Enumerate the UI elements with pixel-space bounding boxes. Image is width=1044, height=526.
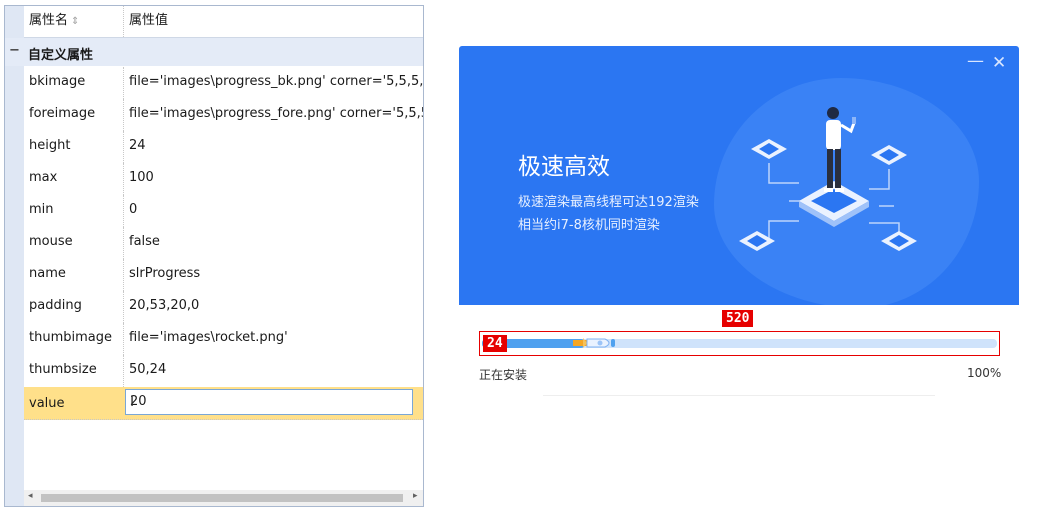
scrollbar-thumb[interactable] xyxy=(41,494,403,502)
property-row-padding[interactable]: padding 20,53,20,0 xyxy=(24,291,423,324)
property-key: mouse xyxy=(29,234,73,249)
property-row-thumbsize[interactable]: thumbsize 50,24 xyxy=(24,355,423,388)
divider xyxy=(543,395,935,396)
rocket-thumb-icon[interactable] xyxy=(573,336,617,350)
property-value[interactable]: file='images\progress_bk.png' corner='5,… xyxy=(129,74,423,89)
property-value[interactable]: file='images\progress_fore.png' corner='… xyxy=(129,106,423,121)
scroll-left-icon[interactable]: ◂ xyxy=(28,491,33,501)
property-row-name[interactable]: name slrProgress xyxy=(24,259,423,292)
column-header-name-label: 属性名 xyxy=(29,13,69,28)
width-overlay-label: 520 xyxy=(722,310,754,327)
grid-gutter xyxy=(5,6,24,506)
property-row-max[interactable]: max 100 xyxy=(24,163,423,196)
category-row[interactable]: − 自定义属性 xyxy=(5,38,423,66)
property-value[interactable]: false xyxy=(129,234,423,249)
minimize-icon[interactable]: — xyxy=(967,51,984,71)
property-grid: 属性名 ⇕ 属性值 − 自定义属性 bkimage file='images\pr… xyxy=(4,5,424,507)
scroll-right-icon[interactable]: ▸ xyxy=(413,491,418,501)
chip-top-right xyxy=(871,145,907,165)
chip-top-left xyxy=(751,139,787,159)
banner: — ✕ 极速高效 极速渲染最高线程可达192渲染 相当约i7-8核机同时渲染 xyxy=(459,46,1019,305)
property-key: min xyxy=(29,202,54,217)
property-value[interactable]: slrProgress xyxy=(129,266,423,281)
progress-bounds: 24 xyxy=(479,331,1000,356)
property-key: height xyxy=(29,138,71,153)
column-header-value-label: 属性值 xyxy=(129,13,169,28)
property-key: bkimage xyxy=(29,74,86,89)
chip-bottom-right xyxy=(881,231,917,251)
property-key: padding xyxy=(29,298,82,313)
chip-illustration xyxy=(739,107,917,251)
property-key: max xyxy=(29,170,58,185)
property-value[interactable]: 24 xyxy=(129,138,423,153)
column-header-name[interactable]: 属性名 ⇕ xyxy=(29,9,79,28)
property-value[interactable]: 50,24 xyxy=(129,362,423,377)
person-figure xyxy=(824,107,856,192)
property-key: name xyxy=(29,266,66,281)
close-icon[interactable]: ✕ xyxy=(992,53,1006,73)
property-key: thumbimage xyxy=(29,330,112,345)
property-row-height[interactable]: height 24 xyxy=(24,131,423,164)
collapse-icon[interactable]: − xyxy=(9,43,20,58)
text-cursor-icon: Ⅰ xyxy=(130,394,135,410)
progress-percent: 100% xyxy=(967,366,1002,380)
height-overlay-label: 24 xyxy=(483,335,507,352)
sort-icon[interactable]: ⇕ xyxy=(71,16,79,27)
property-key: value xyxy=(29,396,65,411)
property-key: foreimage xyxy=(29,106,96,121)
horizontal-scrollbar[interactable]: ◂ ▸ xyxy=(24,490,423,506)
property-value[interactable]: 20,53,20,0 xyxy=(129,298,423,313)
grid-header: 属性名 ⇕ 属性值 xyxy=(24,6,423,38)
property-row-mouse[interactable]: mouse false xyxy=(24,227,423,260)
installer-window: — ✕ 极速高效 极速渲染最高线程可达192渲染 相当约i7-8核机同时渲染 5… xyxy=(459,46,1019,406)
column-header-value[interactable]: 属性值 xyxy=(129,9,168,28)
property-value-input[interactable]: 20 Ⅰ xyxy=(125,389,413,415)
install-status: 正在安装 xyxy=(479,368,528,382)
banner-headline: 极速高效 xyxy=(518,154,610,180)
property-value[interactable]: 100 xyxy=(129,170,423,185)
property-row-min[interactable]: min 0 xyxy=(24,195,423,228)
banner-line-2: 相当约i7-8核机同时渲染 xyxy=(518,218,660,233)
property-row-value[interactable]: value 20 Ⅰ xyxy=(24,387,423,420)
property-key: thumbsize xyxy=(29,362,97,377)
category-label: 自定义属性 xyxy=(28,48,94,63)
property-value[interactable]: file='images\rocket.png' xyxy=(129,330,423,345)
property-row-foreimage[interactable]: foreimage file='images\progress_fore.png… xyxy=(24,99,423,132)
main-chip xyxy=(799,181,869,227)
property-row-thumbimage[interactable]: thumbimage file='images\rocket.png' xyxy=(24,323,423,356)
progress-track xyxy=(482,339,997,348)
property-row-bkimage[interactable]: bkimage file='images\progress_bk.png' co… xyxy=(24,67,423,100)
property-value[interactable]: 0 xyxy=(129,202,423,217)
banner-line-1: 极速渲染最高线程可达192渲染 xyxy=(518,195,699,210)
